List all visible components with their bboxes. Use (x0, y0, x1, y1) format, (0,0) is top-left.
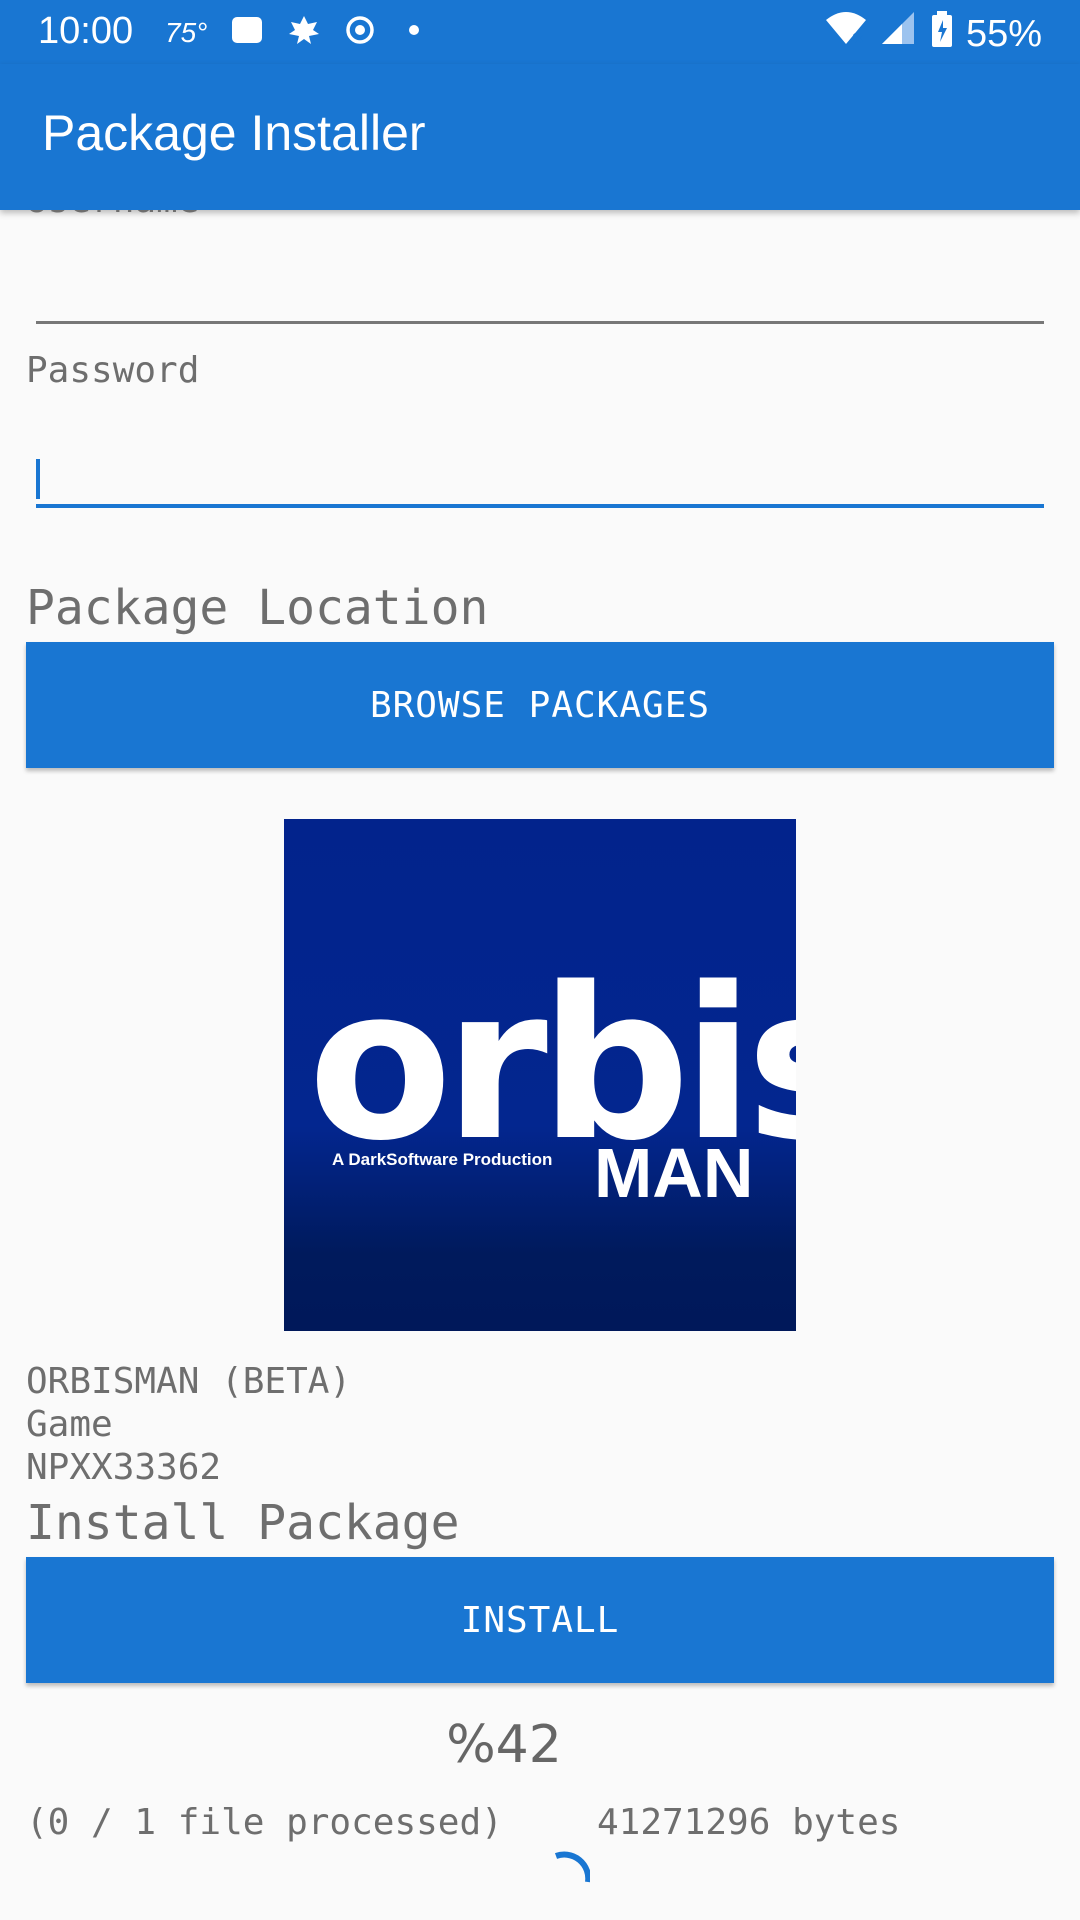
app-bar: Package Installer (0, 64, 1080, 210)
logo-sub: MAN (594, 1134, 753, 1212)
temperature-text: 75° (165, 16, 208, 48)
files-processed-text: (0 / 1 file processed) (26, 1802, 503, 1843)
password-underline (36, 504, 1044, 508)
orbisman-logo: orbis A DarkSoftware Production MAN (308, 942, 871, 1212)
logo-tagline: A DarkSoftware Production (332, 1150, 552, 1169)
package-location-heading: Package Location (26, 580, 489, 636)
browse-packages-button[interactable]: BROWSE PACKAGES (26, 642, 1054, 768)
username-label: Username (26, 210, 199, 221)
leaf-icon (287, 14, 321, 51)
progress-percent: %42 (446, 1715, 562, 1775)
text-cursor (36, 459, 40, 499)
progress-spinner-icon (554, 1851, 590, 1883)
battery-percent: 55% (965, 12, 1042, 55)
password-field[interactable] (36, 430, 1044, 505)
dot-icon (399, 15, 429, 50)
username-field[interactable] (36, 250, 1044, 310)
install-button[interactable]: INSTALL (26, 1557, 1054, 1683)
wifi-icon (824, 10, 868, 58)
package-type: Game (26, 1404, 113, 1445)
bytes-text: 41271296 bytes (597, 1802, 901, 1843)
password-label: Password (26, 350, 200, 391)
battery-icon (930, 10, 954, 58)
status-right-icons: 55% (824, 10, 1042, 58)
signal-icon (880, 10, 918, 58)
status-left-icons: 75° (165, 14, 429, 51)
status-bar: 10:00 75° 55% (0, 0, 1080, 64)
package-id: NPXX33362 (26, 1447, 222, 1488)
package-image: orbis A DarkSoftware Production MAN (284, 819, 871, 1331)
target-icon (345, 15, 375, 50)
square-notification-icon (231, 15, 263, 50)
installer-form: Username Password Package Location BROWS… (0, 210, 1080, 1920)
package-name: ORBISMAN (BETA) (26, 1361, 352, 1402)
username-underline (36, 321, 1044, 324)
app-title: Package Installer (42, 105, 426, 161)
install-package-heading: Install Package (26, 1495, 460, 1551)
status-time: 10:00 (38, 10, 134, 52)
